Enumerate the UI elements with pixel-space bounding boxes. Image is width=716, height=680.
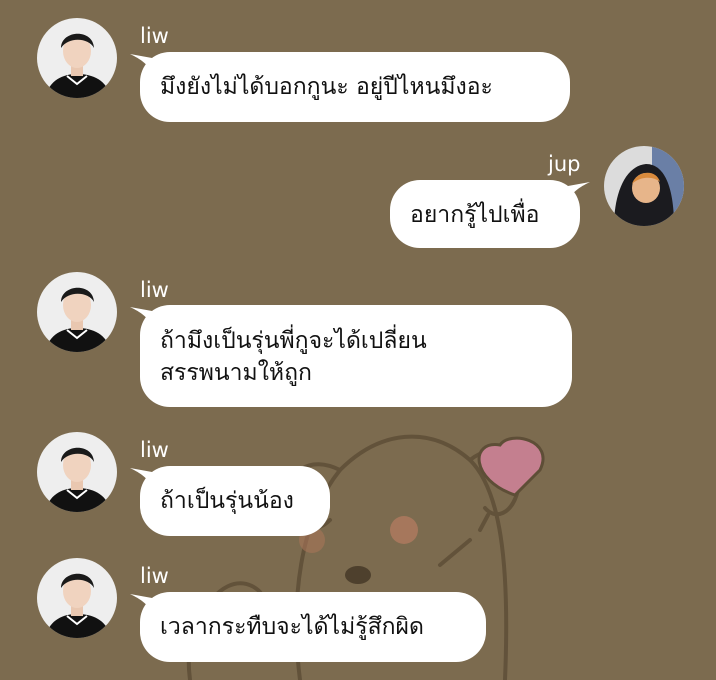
avatar-jup[interactable] <box>604 146 684 226</box>
avatar-liw[interactable] <box>37 18 117 98</box>
sender-name: jup <box>548 152 581 176</box>
chat-window: liw มึงยังไม่ได้บอกกูนะ อยู่ปีไหนมึงอะ jup… <box>0 0 716 680</box>
sender-name: liw <box>140 24 169 48</box>
sender-name: liw <box>140 438 169 462</box>
bubble-tail <box>568 182 590 200</box>
bubble-tail <box>130 594 152 612</box>
message-bubble[interactable]: ถ้าเป็นรุ่นน้อง <box>140 466 330 536</box>
message-text: ถ้าเป็นรุ่นน้อง <box>160 488 294 514</box>
message-bubble[interactable]: เวลากระทืบจะได้ไม่รู้สึกผิด <box>140 592 486 662</box>
message-text: ถ้ามึงเป็นรุ่นพี่กูจะได้เปลี่ยน <box>160 328 427 354</box>
bubble-tail <box>130 54 152 72</box>
message-text: มึงยังไม่ได้บอกกูนะ อยู่ปีไหนมึงอะ <box>160 74 493 100</box>
sender-name: liw <box>140 278 169 302</box>
message-text: เวลากระทืบจะได้ไม่รู้สึกผิด <box>160 614 424 640</box>
avatar-liw[interactable] <box>37 432 117 512</box>
sender-name: liw <box>140 564 169 588</box>
message-text: สรรพนามให้ถูก <box>160 360 312 386</box>
message-text: อยากรู้ไปเพื่อ <box>410 202 540 228</box>
avatar-liw[interactable] <box>37 272 117 352</box>
message-bubble[interactable]: อยากรู้ไปเพื่อ <box>390 180 580 248</box>
bubble-tail <box>130 468 152 486</box>
bubble-tail <box>130 307 152 325</box>
avatar-liw[interactable] <box>37 558 117 638</box>
message-bubble[interactable]: ถ้ามึงเป็นรุ่นพี่กูจะได้เปลี่ยนสรรพนามให… <box>140 305 572 407</box>
message-bubble[interactable]: มึงยังไม่ได้บอกกูนะ อยู่ปีไหนมึงอะ <box>140 52 570 122</box>
